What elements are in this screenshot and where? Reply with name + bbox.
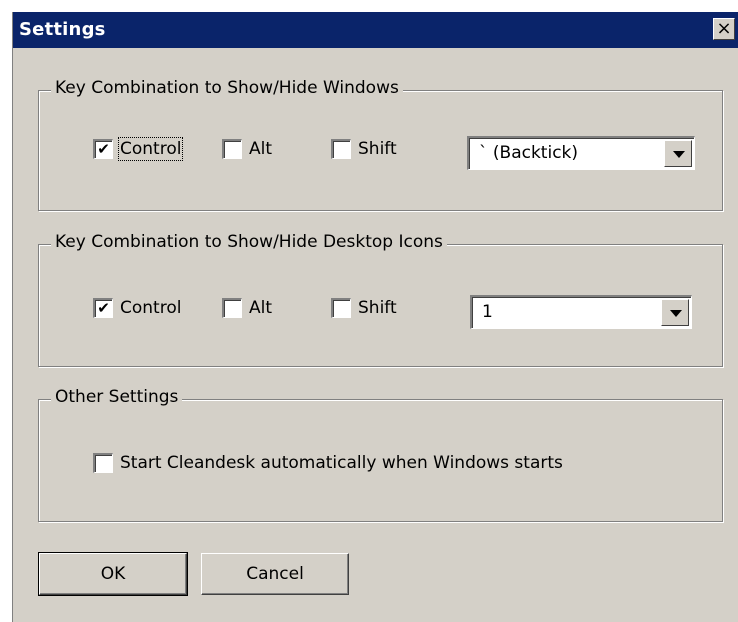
checkbox-box[interactable] <box>331 139 351 159</box>
close-button[interactable]: × <box>713 18 735 40</box>
group-show-hide-windows: Key Combination to Show/Hide Windows ✔ C… <box>38 78 723 211</box>
checkbox-box[interactable] <box>222 298 242 318</box>
checkbox-label: Shift <box>358 139 397 159</box>
icons-key-select[interactable]: 1 <box>470 295 692 329</box>
close-icon: × <box>716 18 732 39</box>
chevron-down-icon[interactable] <box>664 140 692 167</box>
checkbox-label: Alt <box>249 139 273 159</box>
icons-control-checkbox[interactable]: ✔ Control <box>93 298 181 318</box>
checkbox-label: Shift <box>358 298 397 318</box>
checkbox-box[interactable] <box>222 139 242 159</box>
group-label: Key Combination to Show/Hide Desktop Ico… <box>51 232 447 252</box>
ok-button[interactable]: OK <box>38 552 188 596</box>
checkbox-box[interactable]: ✔ <box>93 139 113 159</box>
windows-shift-checkbox[interactable]: Shift <box>331 139 397 159</box>
windows-key-select[interactable]: ` (Backtick) <box>467 136 695 170</box>
cancel-button[interactable]: Cancel <box>201 553 349 595</box>
windows-control-checkbox[interactable]: ✔ Control <box>93 137 184 161</box>
title-bar[interactable]: Settings × <box>13 12 738 48</box>
group-label: Key Combination to Show/Hide Windows <box>51 78 403 98</box>
checkmark-icon: ✔ <box>97 140 110 158</box>
group-label: Other Settings <box>51 387 183 407</box>
checkbox-box[interactable] <box>331 298 351 318</box>
checkbox-label: Control <box>120 298 182 318</box>
checkbox-label: Control <box>117 137 184 161</box>
checkbox-box[interactable] <box>93 453 113 473</box>
checkbox-label: Alt <box>249 298 273 318</box>
checkbox-label: Start Cleandesk automatically when Windo… <box>120 453 563 473</box>
checkmark-icon: ✔ <box>97 299 110 317</box>
select-value: 1 <box>482 302 493 322</box>
settings-dialog: Settings × Key Combination to Show/Hide … <box>12 12 738 622</box>
group-other-settings: Other Settings Start Cleandesk automatic… <box>38 387 723 522</box>
autostart-checkbox[interactable]: Start Cleandesk automatically when Windo… <box>93 453 563 473</box>
icons-alt-checkbox[interactable]: Alt <box>222 298 272 318</box>
checkbox-box[interactable]: ✔ <box>93 298 113 318</box>
icons-shift-checkbox[interactable]: Shift <box>331 298 397 318</box>
window-title: Settings <box>19 19 106 40</box>
select-value: ` (Backtick) <box>479 143 579 163</box>
windows-alt-checkbox[interactable]: Alt <box>222 139 272 159</box>
group-show-hide-desktop-icons: Key Combination to Show/Hide Desktop Ico… <box>38 232 723 367</box>
chevron-down-icon[interactable] <box>661 299 689 326</box>
